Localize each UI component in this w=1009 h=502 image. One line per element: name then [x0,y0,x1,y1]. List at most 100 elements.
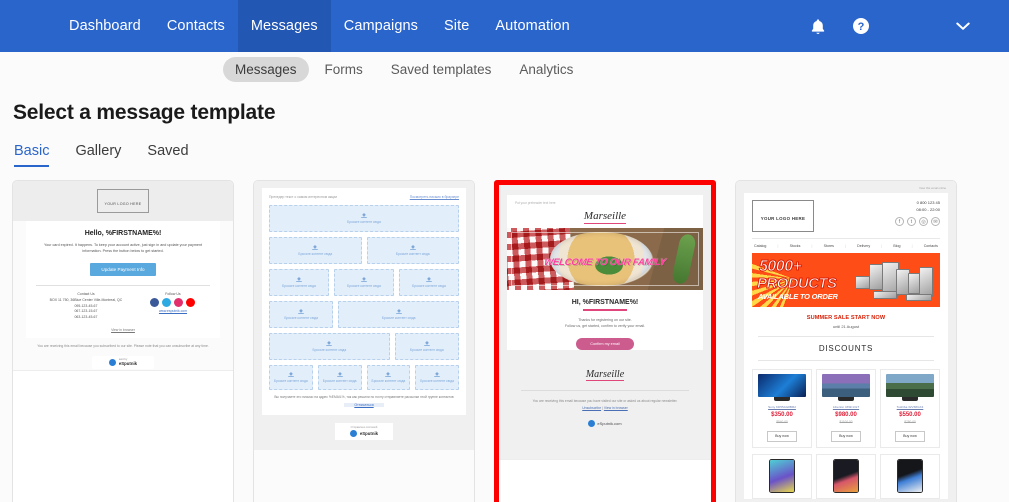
tab-saved[interactable]: Saved [147,143,188,167]
product-old-price: $540.00 [776,420,788,424]
tv-stand [838,397,854,401]
upload-icon [426,277,432,282]
drop-zone: Бросьте контент сюда [269,269,329,296]
hero-headline: WELCOME TO OUR FAMILY [543,256,667,268]
menu-item-stocks: Stocks [789,244,801,248]
template-card-grid: YOUR LOGO HERE Hello, %FIRSTNAME%! Your … [0,167,1009,502]
nav-item-site[interactable]: Site [431,0,482,52]
upload-icon [434,372,440,377]
menu-item-blog: Blog [893,244,901,248]
product-price: $980.00 [835,412,857,418]
tv-screen [885,374,935,397]
contact-phone: 0 800 123 45 [916,200,940,205]
tab-basic[interactable]: Basic [14,143,50,167]
nav-item-label: Campaigns [343,18,419,34]
drop-zone-label: Бросьте контент сюда [371,379,406,383]
drop-zone: Бросьте контент сюда [317,365,362,390]
account-menu-button[interactable] [941,0,985,52]
upload-icon [385,372,392,377]
drop-zone: Бросьте контент сюда [366,365,411,390]
tv-screen [757,374,807,397]
banner-headline-3: AVAILABLE TO ORDER [758,292,838,301]
help-button[interactable]: ? [839,0,883,52]
preview-body: Hello, %FIRSTNAME%! Your card expired. I… [26,221,220,338]
nav-item-label: Messages [250,18,318,34]
preview-body-line-2: Follow us, get started, confirm to verif… [564,324,646,329]
heading-underline [583,309,627,311]
drop-zone-label: Бросьте контент сюда [284,316,318,320]
preview-cta-button: Confirm my email [576,338,634,351]
preview-footer-text: You are receiving this email because you… [532,399,678,404]
nav-item-automation[interactable]: Automation [482,0,582,52]
menu-separator: | [811,244,813,248]
upload-icon [326,341,333,346]
nav-item-label: Dashboard [69,18,141,34]
menu-separator: | [911,244,913,248]
divider [758,360,934,361]
tab-gallery[interactable]: Gallery [75,143,121,167]
upload-icon [296,277,302,282]
phone-screen [834,460,858,492]
preview-heading: Hello, %FIRSTNAME%! [84,230,162,237]
product-card: Sony KD55AG8BR2 $350.00 $540.00 Buy now [752,369,812,448]
template-card-payment-reminder[interactable]: YOUR LOGO HERE Hello, %FIRSTNAME%! Your … [12,180,234,502]
drop-zone: Бросьте контент сюда [399,269,459,296]
drop-zone: Бросьте контент сюда [415,365,459,390]
template-card-marseille-welcome[interactable]: Put your preheader text here Marseille W… [494,180,716,502]
subnav-item-forms[interactable]: Forms [313,57,375,82]
divider [36,284,210,286]
upload-icon [298,309,304,314]
block-row: Бросьте контент сюда [269,205,459,232]
subnav-item-messages[interactable]: Messages [223,57,309,82]
template-card-blank-blocks[interactable]: Прехедер текст о самом интересном акции … [253,180,475,502]
template-preview: View this email online YOUR LOGO HERE 0 … [736,181,956,502]
drop-zone-label: Бросьте контент сюда [347,220,381,224]
discounts-title: DISCOUNTS [818,344,874,353]
subnav-item-saved-templates[interactable]: Saved templates [379,57,504,82]
product-image-phone [769,459,795,493]
nav-item-messages[interactable]: Messages [237,0,331,52]
follow-label: Follow Us [165,291,181,296]
esputnik-logo-icon [349,429,357,437]
preview-preheader-row: Прехедер текст о самом интересном акции … [269,195,459,199]
drop-zone: Бросьте контент сюда [334,269,394,296]
view-in-browser-link: View in browser [111,328,135,332]
instagram-icon: ◎ [919,217,928,226]
contact-phone-3: 063-123-45-67 [74,315,98,320]
badge-brand-text: eSputnik [118,360,138,366]
esputnik-badge: Отправлено системой eSputnik [335,422,393,440]
promo-banner: 5000+ PRODUCTS AVAILABLE TO ORDER [752,253,940,307]
phone-screen [898,460,922,492]
product-price: $350.00 [771,412,793,418]
template-preview: YOUR LOGO HERE Hello, %FIRSTNAME%! Your … [13,181,233,502]
nav-item-contacts[interactable]: Contacts [154,0,238,52]
facebook-icon [150,297,160,307]
preview-blank-area [13,370,233,502]
youtube-icon [186,297,196,307]
tv-stand [774,397,790,401]
menu-separator: | [881,244,883,248]
product-old-price: $780.00 [904,420,916,424]
drop-zone-label: Бросьте контент сюда [347,284,381,288]
social-icon-row: f t ◎ ✉ [895,217,940,226]
social-icon-row [136,297,210,307]
subnav-item-analytics[interactable]: Analytics [507,57,585,82]
tv-stand [902,397,918,401]
badge-brand-text: eSputnik.com [597,421,622,427]
nav-item-campaigns[interactable]: Campaigns [331,0,431,52]
preview-body-text: Your card expired. It happens. To keep y… [43,243,203,254]
nav-item-label: Site [444,18,470,34]
appliances-image [851,260,937,304]
logo-placeholder: YOUR LOGO HERE [752,200,814,232]
badge-brand-text: eSputnik [359,430,379,436]
sale-until: until 21 August [832,324,860,329]
divider [758,336,934,337]
contact-block: 0 800 123 45 08:00 - 22:00 f t ◎ ✉ [895,200,940,226]
notifications-button[interactable] [795,0,839,52]
svg-text:?: ? [858,21,865,33]
template-card-products-sale[interactable]: View this email online YOUR LOGO HERE 0 … [735,180,957,502]
drop-zone: Бросьте контент сюда [269,237,362,264]
contact-label: Contact Us [77,291,95,296]
nav-item-dashboard[interactable]: Dashboard [56,0,154,52]
drop-zone-label: Бросьте контент сюда [274,379,308,383]
